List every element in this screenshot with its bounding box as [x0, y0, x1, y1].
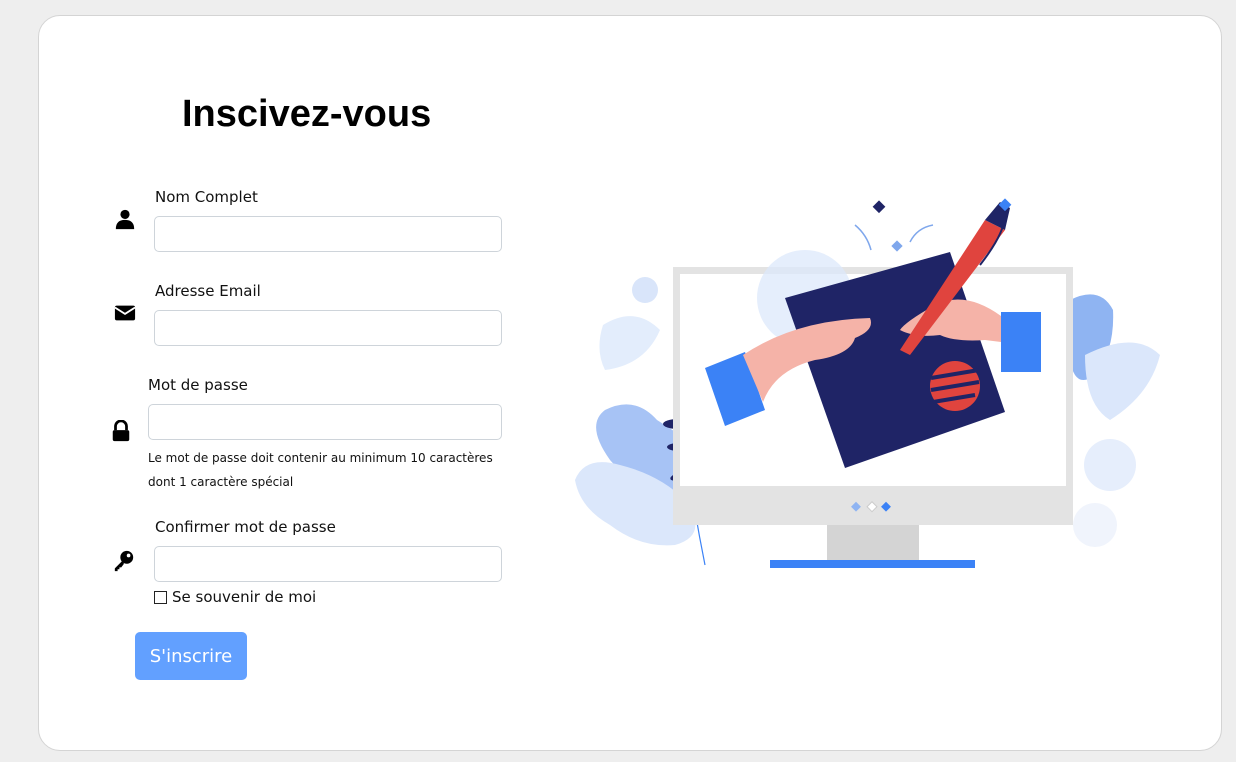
- monitor-stand: [827, 525, 919, 560]
- sparkle: [891, 240, 903, 252]
- full-name-input[interactable]: [154, 216, 502, 252]
- decor-circle: [1084, 439, 1136, 491]
- decor-circle: [1073, 503, 1117, 547]
- remember-me-label: Se souvenir de moi: [172, 588, 317, 606]
- confirm-password-label: Confirmer mot de passe: [155, 518, 336, 536]
- email-input[interactable]: [154, 310, 502, 346]
- sparkle-line: [854, 224, 872, 251]
- page-title: Inscivez-vous: [182, 93, 432, 135]
- key-icon: [114, 550, 134, 572]
- signup-button[interactable]: S'inscrire: [135, 632, 247, 680]
- full-name-label: Nom Complet: [155, 188, 258, 206]
- remember-me[interactable]: Se souvenir de moi: [154, 588, 316, 606]
- right-sleeve: [1001, 312, 1041, 372]
- password-help-line-1: Le mot de passe doit contenir au minimum…: [148, 451, 493, 465]
- password-help-line-2: dont 1 caractère spécial: [148, 475, 294, 489]
- sparkle-line: [909, 224, 934, 243]
- confirm-password-input[interactable]: [154, 546, 502, 582]
- envelope-icon: [114, 305, 136, 321]
- password-help-text: Le mot de passe doit contenir au minimum…: [148, 446, 498, 494]
- leaf-shape: [1085, 342, 1160, 420]
- signup-illustration: [575, 198, 1160, 568]
- sparkle: [872, 200, 886, 214]
- password-label: Mot de passe: [148, 376, 248, 394]
- monstera-leaf: [599, 316, 660, 370]
- email-label: Adresse Email: [155, 282, 261, 300]
- decor-circle: [632, 277, 658, 303]
- lock-icon: [112, 420, 130, 442]
- user-icon: [115, 209, 135, 230]
- monitor-base: [770, 560, 975, 568]
- remember-me-checkbox[interactable]: [154, 590, 167, 604]
- password-input[interactable]: [148, 404, 502, 440]
